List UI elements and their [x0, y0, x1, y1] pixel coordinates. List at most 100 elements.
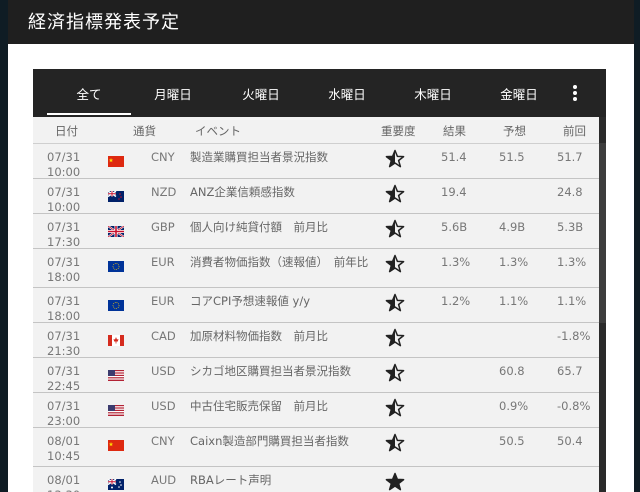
row-event: 消費者物価指数（速報値） 前年比 — [190, 255, 369, 269]
row-previous: 1.3% — [557, 255, 587, 269]
column-importance: 重要度 — [381, 124, 416, 138]
flag-gb-icon — [107, 222, 125, 238]
row-forecast: 0.9% — [499, 399, 529, 413]
row-event: 製造業購買担当者景況指数 — [190, 150, 328, 164]
row-previous: 51.7 — [557, 150, 583, 164]
row-date: 07/31 18:00 — [47, 294, 81, 323]
importance-star-icon — [385, 293, 405, 313]
flag-cn-icon — [108, 152, 124, 167]
row-event: 中古住宅販売保留 前月比 — [190, 399, 328, 413]
table-row[interactable]: 07/31 10:00 NZD ANZ企業信頼感指数 19.4 24.8 — [33, 179, 606, 214]
calendar-panel: 全て 月曜日 火曜日 水曜日 木曜日 金曜日 日付 通貨 イベント 重要度 結果… — [33, 69, 606, 492]
row-event: Caixn製造部門購買担当者指数 — [190, 434, 349, 448]
importance-star-icon — [385, 184, 405, 204]
row-currency: USD — [151, 399, 176, 413]
row-forecast: 1.1% — [499, 294, 529, 308]
table-row[interactable]: 07/31 10:00 CNY 製造業購買担当者景況指数 51.4 51.5 51.7 — [33, 144, 606, 179]
row-currency: CNY — [151, 434, 175, 448]
column-actual: 結果 — [443, 124, 466, 138]
importance-star-icon — [385, 398, 405, 418]
table-row[interactable]: 07/31 18:00 EUR 消費者物価指数（速報値） 前年比 1.3% 1.3% 1.3… — [33, 249, 606, 288]
row-event: コアCPI予想速報値 y/y — [190, 294, 310, 308]
importance-star-icon — [385, 219, 405, 239]
flag-nz-icon — [107, 187, 124, 202]
column-date: 日付 — [55, 124, 78, 138]
row-forecast: 50.5 — [499, 434, 525, 448]
column-forecast: 予想 — [503, 124, 526, 138]
importance-star-icon — [385, 433, 405, 453]
table-row[interactable]: 07/31 17:30 GBP 個人向け純貸付額 前月比 5.6B 4.9B 5.3B — [33, 214, 606, 249]
flag-us-icon — [108, 401, 124, 416]
tab-all[interactable]: 全て — [47, 69, 131, 117]
row-date: 08/0113:30 — [47, 473, 81, 492]
row-forecast: 4.9B — [499, 220, 526, 234]
row-previous: 50.4 — [557, 434, 583, 448]
row-previous: 1.1% — [557, 294, 587, 308]
table-row[interactable]: 07/31 18:00 EUR コアCPI予想速報値 y/y 1.2% 1.1% 1.1% — [33, 288, 606, 323]
more-vertical-icon[interactable] — [563, 77, 587, 109]
column-event: イベント — [195, 124, 241, 138]
row-currency: NZD — [151, 185, 177, 199]
column-currency: 通貨 — [133, 124, 156, 138]
page-title: 経済指標発表予定 — [28, 12, 180, 33]
row-date: 08/01 10:45 — [47, 434, 81, 463]
row-forecast: 51.5 — [499, 150, 525, 164]
row-currency: EUR — [151, 255, 175, 269]
row-date: 07/31 18:00 — [47, 255, 81, 284]
flag-eu-icon — [108, 257, 124, 272]
row-currency: USD — [151, 364, 176, 378]
importance-star-icon — [385, 149, 405, 169]
row-previous: 5.3B — [557, 220, 584, 234]
row-actual: 51.4 — [441, 150, 467, 164]
title-bar: 経済指標発表予定 — [8, 0, 634, 44]
table-row[interactable]: 07/31 23:00 USD 中古住宅販売保留 前月比 0.9% -0.8% — [33, 393, 606, 428]
importance-star-icon — [385, 254, 405, 274]
row-actual: 1.3% — [441, 255, 471, 269]
flag-eu-icon — [108, 296, 124, 311]
row-event: 加原材料物価指数 前月比 — [190, 329, 328, 343]
tab-tuesday[interactable]: 火曜日 — [219, 69, 303, 117]
flag-cn-icon — [108, 436, 124, 451]
row-previous: -1.8% — [557, 329, 591, 343]
table-header: 日付 通貨 イベント 重要度 結果 予想 前回 — [33, 117, 606, 144]
row-date: 07/31 10:00 — [47, 185, 81, 214]
importance-star-icon — [385, 328, 405, 348]
tab-wednesday[interactable]: 水曜日 — [305, 69, 389, 117]
row-currency: CAD — [151, 329, 176, 343]
row-date: 07/31 23:00 — [47, 399, 81, 428]
row-currency: EUR — [151, 294, 175, 308]
row-currency: CNY — [151, 150, 175, 164]
row-actual: 1.2% — [441, 294, 471, 308]
row-date: 07/31 10:00 — [47, 150, 81, 179]
tab-friday[interactable]: 金曜日 — [477, 69, 561, 117]
row-currency: AUD — [151, 473, 177, 487]
row-actual: 5.6B — [441, 220, 468, 234]
row-actual: 19.4 — [441, 185, 467, 199]
tab-monday[interactable]: 月曜日 — [131, 69, 215, 117]
row-event: シカゴ地区購買担当者景況指数 — [190, 364, 351, 378]
row-previous: -0.8% — [557, 399, 591, 413]
row-event: RBAレート声明 — [190, 473, 272, 487]
flag-ca-icon — [108, 331, 124, 346]
row-forecast: 60.8 — [499, 364, 525, 378]
app-frame: 経済指標発表予定 全て 月曜日 火曜日 水曜日 木曜日 金曜日 日付 通貨 イベ… — [8, 0, 634, 492]
table-row[interactable]: 07/31 21:30 CAD 加原材料物価指数 前月比 -1.8% — [33, 323, 606, 358]
row-event: 個人向け純貸付額 前月比 — [190, 220, 328, 234]
tab-thursday[interactable]: 木曜日 — [391, 69, 475, 117]
table-row[interactable]: 08/0113:30 AUD RBAレート声明 — [33, 467, 606, 492]
flag-us-icon — [108, 366, 124, 381]
importance-star-icon — [385, 363, 405, 383]
flag-au-icon — [107, 475, 124, 490]
scrollbar-thumb[interactable] — [599, 143, 606, 323]
events-table: 日付 通貨 イベント 重要度 結果 予想 前回 07/31 10:00 CNY 製造業… — [33, 117, 606, 492]
table-row[interactable]: 07/31 22:45 USD シカゴ地区購買担当者景況指数 60.8 65.7 — [33, 358, 606, 393]
active-tab-indicator — [47, 113, 131, 115]
column-previous: 前回 — [563, 124, 586, 138]
table-row[interactable]: 08/01 10:45 CNY Caixn製造部門購買担当者指数 50.5 50.4 — [33, 428, 606, 467]
row-date: 07/31 17:30 — [47, 220, 81, 249]
row-date: 07/31 22:45 — [47, 364, 81, 393]
row-previous: 65.7 — [557, 364, 583, 378]
day-tabs: 全て 月曜日 火曜日 水曜日 木曜日 金曜日 — [33, 69, 606, 117]
row-currency: GBP — [151, 220, 175, 234]
row-date: 07/31 21:30 — [47, 329, 81, 358]
